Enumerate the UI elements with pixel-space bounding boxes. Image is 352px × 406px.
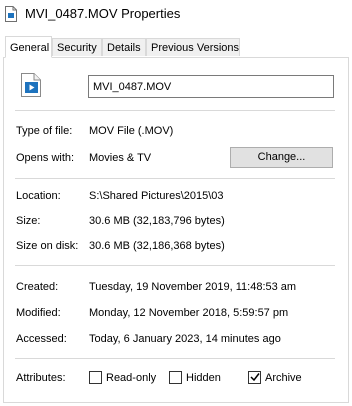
checkmark-icon: [250, 373, 260, 382]
tab-previous-versions[interactable]: Previous Versions: [146, 38, 240, 56]
opens-with-label: Opens with:: [16, 152, 75, 164]
read-only-label[interactable]: Read-only: [106, 371, 156, 385]
archive-checkbox[interactable]: [248, 371, 261, 384]
file-icon: [5, 6, 17, 22]
created-value: Tuesday, 19 November 2019, 11:48:53 am: [89, 281, 297, 293]
accessed-label: Accessed:: [16, 333, 67, 345]
divider: [15, 178, 335, 179]
hidden-checkbox[interactable]: [169, 371, 182, 384]
divider: [15, 358, 335, 359]
video-file-icon: [21, 73, 41, 97]
accessed-value: Today, 6 January 2023, 14 minutes ago: [89, 333, 281, 345]
location-label: Location:: [16, 190, 61, 202]
size-label: Size:: [16, 215, 41, 227]
general-panel: [3, 57, 349, 403]
size-value: 30.6 MB (32,183,796 bytes): [89, 215, 225, 227]
type-of-file-value: MOV File (.MOV): [89, 125, 174, 137]
divider: [15, 265, 335, 266]
size-on-disk-value: 30.6 MB (32,186,368 bytes): [89, 240, 225, 252]
read-only-checkbox[interactable]: [89, 371, 102, 384]
change-button[interactable]: Change...: [230, 147, 333, 168]
window-title: MVI_0487.MOV Properties: [25, 6, 181, 21]
archive-label[interactable]: Archive: [265, 371, 302, 385]
attributes-label: Attributes:: [16, 372, 66, 384]
type-of-file-label: Type of file:: [16, 125, 73, 137]
file-name-input[interactable]: [88, 75, 334, 98]
modified-value: Monday, 12 November 2018, 5:59:57 pm: [89, 307, 289, 319]
location-value: S:\Shared Pictures\2015\03: [89, 190, 224, 202]
opens-with-value: Movies & TV: [89, 152, 152, 164]
tab-general[interactable]: General: [5, 36, 52, 58]
divider: [15, 110, 335, 111]
tab-bar: General Security Details Previous Versio…: [0, 36, 352, 58]
size-on-disk-label: Size on disk:: [16, 240, 79, 252]
modified-label: Modified:: [16, 307, 61, 319]
tab-details[interactable]: Details: [102, 38, 146, 56]
title-bar[interactable]: MVI_0487.MOV Properties: [0, 0, 352, 30]
created-label: Created:: [16, 281, 59, 293]
hidden-label[interactable]: Hidden: [186, 371, 221, 385]
tab-security[interactable]: Security: [52, 38, 102, 56]
